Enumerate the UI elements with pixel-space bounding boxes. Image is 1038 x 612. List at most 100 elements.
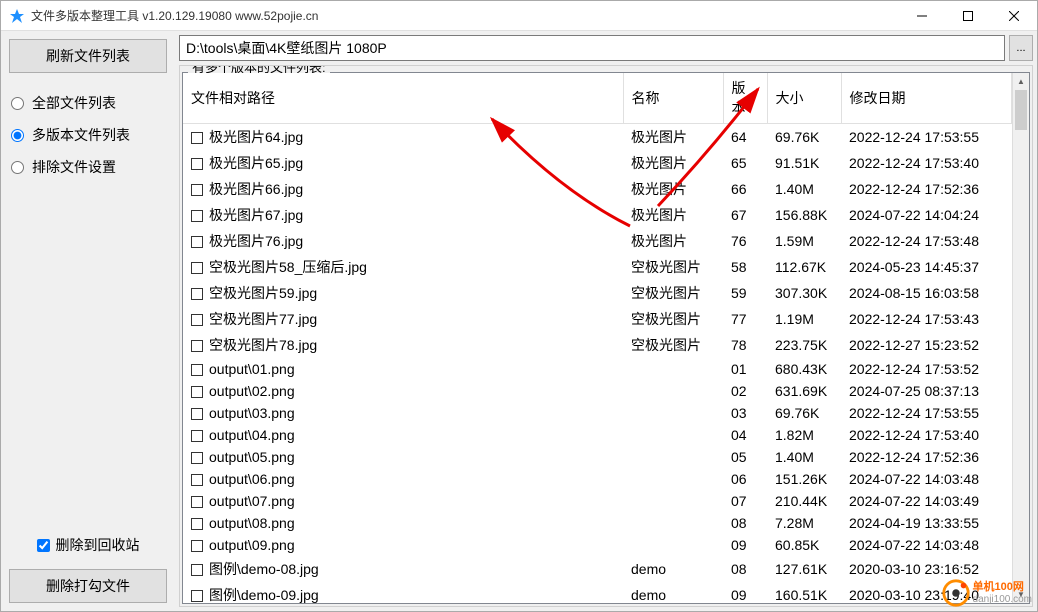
cell-version: 03	[723, 402, 767, 424]
cell-date: 2022-12-24 17:52:36	[841, 176, 1012, 202]
radio-input[interactable]	[11, 161, 24, 174]
file-table-scroll[interactable]: 文件相对路径 名称 版本 大小 修改日期 极光图片64.jpg极光图片6469.…	[183, 73, 1012, 603]
view-mode-radio[interactable]: 全部文件列表	[9, 87, 167, 119]
table-row[interactable]: output\03.png0369.76K2022-12-24 17:53:55	[183, 402, 1012, 424]
col-header-path[interactable]: 文件相对路径	[183, 73, 623, 124]
cell-version: 08	[723, 512, 767, 534]
cell-date: 2024-08-15 16:03:58	[841, 280, 1012, 306]
row-checkbox[interactable]	[191, 430, 203, 442]
scroll-down-arrow[interactable]: ▼	[1013, 586, 1029, 603]
row-checkbox[interactable]	[191, 158, 203, 170]
minimize-button[interactable]	[899, 1, 945, 31]
cell-date: 2022-12-24 17:53:43	[841, 306, 1012, 332]
cell-name	[623, 534, 723, 556]
view-mode-radio[interactable]: 多版本文件列表	[9, 119, 167, 151]
col-header-date[interactable]: 修改日期	[841, 73, 1012, 124]
row-checkbox[interactable]	[191, 386, 203, 398]
browse-button[interactable]: ...	[1009, 35, 1033, 61]
table-row[interactable]: output\08.png087.28M2024-04-19 13:33:55	[183, 512, 1012, 534]
row-checkbox[interactable]	[191, 496, 203, 508]
cell-version: 02	[723, 380, 767, 402]
cell-date: 2024-07-22 14:03:48	[841, 468, 1012, 490]
cell-size: 91.51K	[767, 150, 841, 176]
row-checkbox[interactable]	[191, 288, 203, 300]
table-row[interactable]: 极光图片65.jpg极光图片6591.51K2022-12-24 17:53:4…	[183, 150, 1012, 176]
table-row[interactable]: 极光图片66.jpg极光图片661.40M2022-12-24 17:52:36	[183, 176, 1012, 202]
table-row[interactable]: 空极光图片59.jpg空极光图片59307.30K2024-08-15 16:0…	[183, 280, 1012, 306]
row-checkbox[interactable]	[191, 262, 203, 274]
maximize-button[interactable]	[945, 1, 991, 31]
row-checkbox[interactable]	[191, 590, 203, 602]
path-input[interactable]	[179, 35, 1005, 61]
row-checkbox[interactable]	[191, 132, 203, 144]
cell-name: demo	[623, 556, 723, 582]
scroll-thumb[interactable]	[1015, 90, 1027, 130]
close-button[interactable]	[991, 1, 1037, 31]
row-checkbox[interactable]	[191, 452, 203, 464]
row-checkbox[interactable]	[191, 540, 203, 552]
scroll-up-arrow[interactable]: ▲	[1013, 73, 1029, 90]
cell-size: 1.40M	[767, 446, 841, 468]
col-header-size[interactable]: 大小	[767, 73, 841, 124]
refresh-button[interactable]: 刷新文件列表	[9, 39, 167, 73]
cell-version: 59	[723, 280, 767, 306]
table-row[interactable]: output\09.png0960.85K2024-07-22 14:03:48	[183, 534, 1012, 556]
table-row[interactable]: 空极光图片78.jpg空极光图片78223.75K2022-12-27 15:2…	[183, 332, 1012, 358]
cell-version: 77	[723, 306, 767, 332]
cell-date: 2020-03-10 23:19:40	[841, 582, 1012, 603]
col-header-name[interactable]: 名称	[623, 73, 723, 124]
row-checkbox[interactable]	[191, 518, 203, 530]
table-row[interactable]: 极光图片64.jpg极光图片6469.76K2022-12-24 17:53:5…	[183, 124, 1012, 151]
cell-size: 156.88K	[767, 202, 841, 228]
row-checkbox[interactable]	[191, 210, 203, 222]
table-row[interactable]: 极光图片67.jpg极光图片67156.88K2024-07-22 14:04:…	[183, 202, 1012, 228]
recycle-checkbox-input[interactable]	[37, 539, 50, 552]
table-row[interactable]: 图例\demo-08.jpgdemo08127.61K2020-03-10 23…	[183, 556, 1012, 582]
cell-path: 图例\demo-08.jpg	[209, 561, 319, 577]
radio-input[interactable]	[11, 97, 24, 110]
cell-version: 01	[723, 358, 767, 380]
radio-label: 排除文件设置	[32, 157, 116, 177]
cell-date: 2022-12-27 15:23:52	[841, 332, 1012, 358]
cell-size: 1.59M	[767, 228, 841, 254]
table-row[interactable]: output\06.png06151.26K2024-07-22 14:03:4…	[183, 468, 1012, 490]
table-row[interactable]: 极光图片76.jpg极光图片761.59M2022-12-24 17:53:48	[183, 228, 1012, 254]
row-checkbox[interactable]	[191, 408, 203, 420]
row-checkbox[interactable]	[191, 236, 203, 248]
cell-name: 空极光图片	[623, 306, 723, 332]
row-checkbox[interactable]	[191, 364, 203, 376]
cell-date: 2022-12-24 17:53:55	[841, 402, 1012, 424]
file-table: 文件相对路径 名称 版本 大小 修改日期 极光图片64.jpg极光图片6469.…	[183, 73, 1012, 603]
table-row[interactable]: output\01.png01680.43K2022-12-24 17:53:5…	[183, 358, 1012, 380]
radio-label: 全部文件列表	[32, 93, 116, 113]
table-row[interactable]: 空极光图片77.jpg空极光图片771.19M2022-12-24 17:53:…	[183, 306, 1012, 332]
cell-version: 76	[723, 228, 767, 254]
row-checkbox[interactable]	[191, 340, 203, 352]
delete-to-recycle-checkbox[interactable]: 删除到回收站	[9, 529, 167, 561]
radio-label: 多版本文件列表	[32, 125, 130, 145]
table-row[interactable]: 图例\demo-09.jpgdemo09160.51K2020-03-10 23…	[183, 582, 1012, 603]
view-mode-radio[interactable]: 排除文件设置	[9, 151, 167, 183]
main-panel: ... 有多个版本的文件列表: 文件相对路径 名称 版	[175, 31, 1037, 611]
radio-input[interactable]	[11, 129, 24, 142]
col-header-version[interactable]: 版本	[723, 73, 767, 124]
cell-name	[623, 512, 723, 534]
table-row[interactable]: output\02.png02631.69K2024-07-25 08:37:1…	[183, 380, 1012, 402]
delete-checked-button[interactable]: 删除打勾文件	[9, 569, 167, 603]
row-checkbox[interactable]	[191, 314, 203, 326]
cell-size: 1.19M	[767, 306, 841, 332]
row-checkbox[interactable]	[191, 474, 203, 486]
table-row[interactable]: output\04.png041.82M2022-12-24 17:53:40	[183, 424, 1012, 446]
table-row[interactable]: output\07.png07210.44K2024-07-22 14:03:4…	[183, 490, 1012, 512]
table-header-row: 文件相对路径 名称 版本 大小 修改日期	[183, 73, 1012, 124]
cell-version: 58	[723, 254, 767, 280]
cell-version: 66	[723, 176, 767, 202]
cell-date: 2024-07-22 14:04:24	[841, 202, 1012, 228]
vertical-scrollbar[interactable]: ▲ ▼	[1012, 73, 1029, 603]
app-window: 文件多版本整理工具 v1.20.129.19080 www.52pojie.cn…	[0, 0, 1038, 612]
row-checkbox[interactable]	[191, 564, 203, 576]
row-checkbox[interactable]	[191, 184, 203, 196]
table-row[interactable]: output\05.png051.40M2022-12-24 17:52:36	[183, 446, 1012, 468]
table-row[interactable]: 空极光图片58_压缩后.jpg空极光图片58112.67K2024-05-23 …	[183, 254, 1012, 280]
cell-name	[623, 402, 723, 424]
